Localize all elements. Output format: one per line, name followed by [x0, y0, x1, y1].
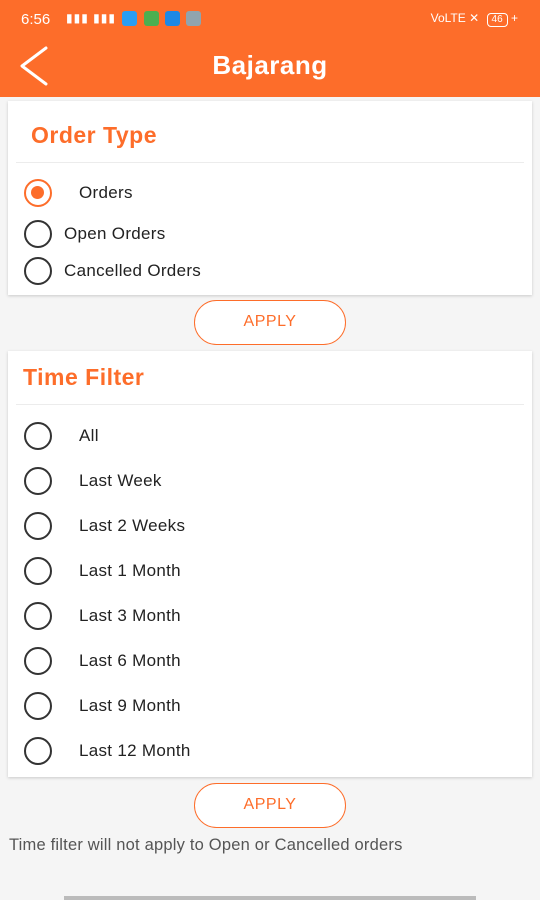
radio-button[interactable]: [24, 557, 52, 585]
radio-button[interactable]: [24, 647, 52, 675]
order-type-title: Order Type: [31, 122, 157, 148]
order-type-option-3[interactable]: Cancelled Orders: [8, 250, 532, 288]
time-filter-option-3[interactable]: Last 2 Weeks: [8, 505, 532, 543]
radio-label: Last 2 Weeks: [79, 516, 186, 535]
radio-button[interactable]: [24, 467, 52, 495]
time-filter-title: Time Filter: [23, 364, 145, 390]
gallery-icon: [186, 11, 202, 27]
app-bar: 6:56 ▮▮▮ ▮▮▮ VoLTE ✕ 46 + Bajarang: [0, 0, 540, 97]
status-time: 6:56: [21, 11, 51, 28]
time-filter-apply-button[interactable]: APPLY: [194, 783, 346, 828]
order-type-option-1[interactable]: Orders: [8, 172, 532, 210]
radio-label: Orders: [79, 183, 133, 202]
time-filter-note: Time filter will not apply to Open or Ca…: [9, 836, 403, 854]
signal-icon: ▮▮▮ ▮▮▮: [66, 11, 202, 27]
message-icon: [143, 11, 159, 27]
radio-label: Last 6 Month: [79, 651, 181, 670]
status-bar: 6:56 ▮▮▮ ▮▮▮ VoLTE ✕ 46 +: [0, 0, 540, 40]
divider: [16, 404, 524, 405]
order-type-apply-button[interactable]: APPLY: [194, 300, 346, 345]
order-type-card: Order Type Orders Open Orders Cancelled Or…: [8, 101, 532, 295]
radio-button[interactable]: [24, 692, 52, 720]
time-filter-card: Time Filter All Last Week Last 2 Weeks Last…: [8, 351, 532, 777]
app-icon: [164, 11, 180, 27]
volte-icon: VoLTE: [430, 11, 466, 25]
mute-icon: ✕: [469, 11, 480, 25]
radio-label: Last Week: [79, 471, 162, 490]
divider: [16, 162, 524, 163]
radio-label: Last 3 Month: [79, 606, 181, 625]
phone-icon: [122, 11, 138, 27]
time-filter-option-7[interactable]: Last 9 Month: [8, 685, 532, 723]
radio-button[interactable]: [24, 737, 52, 765]
bottom-bar: [64, 896, 476, 900]
radio-label: Cancelled Orders: [64, 261, 202, 280]
radio-label: All: [79, 426, 99, 445]
time-filter-option-4[interactable]: Last 1 Month: [8, 550, 532, 588]
page-title: Bajarang: [212, 50, 328, 80]
radio-button[interactable]: [24, 179, 52, 207]
radio-button[interactable]: [24, 602, 52, 630]
radio-label: Last 9 Month: [79, 696, 181, 715]
order-type-option-2[interactable]: Open Orders: [8, 213, 532, 251]
time-filter-option-8[interactable]: Last 12 Month: [8, 730, 532, 768]
radio-label: Open Orders: [64, 224, 166, 243]
time-filter-option-1[interactable]: All: [8, 415, 532, 453]
radio-label: Last 12 Month: [79, 741, 191, 760]
radio-label: Last 1 Month: [79, 561, 181, 580]
radio-button[interactable]: [24, 257, 52, 285]
time-filter-option-6[interactable]: Last 6 Month: [8, 640, 532, 678]
battery-icon: 46: [486, 13, 508, 27]
charging-icon: +: [510, 11, 518, 25]
radio-button[interactable]: [24, 220, 52, 248]
radio-button[interactable]: [24, 512, 52, 540]
status-right: VoLTE ✕ 46 +: [431, 11, 518, 27]
radio-button[interactable]: [24, 422, 52, 450]
time-filter-option-5[interactable]: Last 3 Month: [8, 595, 532, 633]
time-filter-option-2[interactable]: Last Week: [8, 460, 532, 498]
